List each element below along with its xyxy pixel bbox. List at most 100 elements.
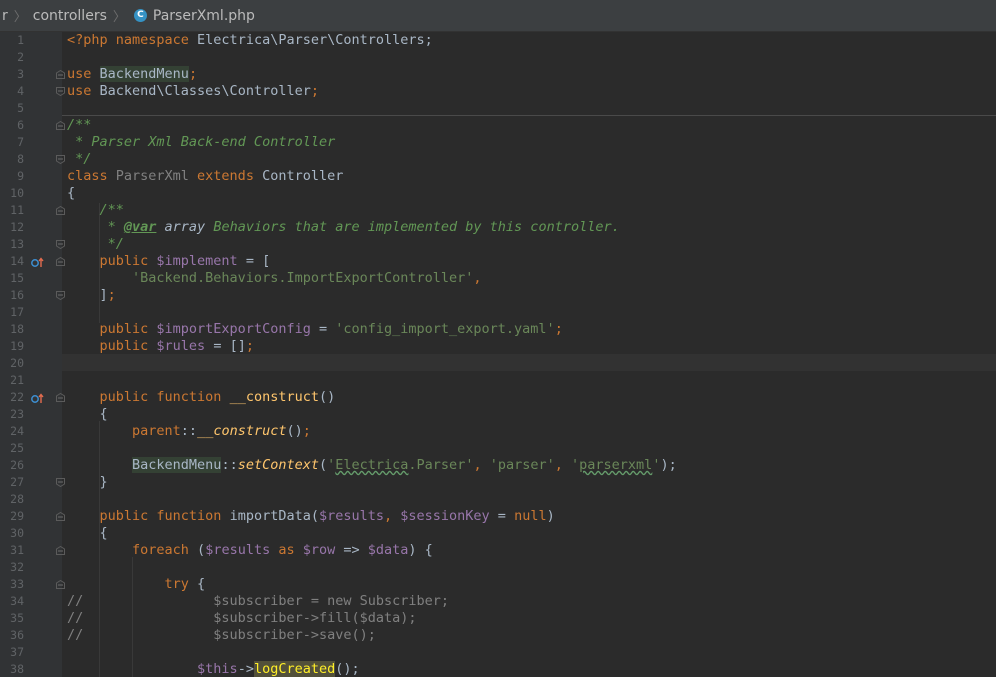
code-line[interactable]: $this->logCreated(); — [0, 661, 996, 677]
breadcrumb-item-file[interactable]: ParserXml.php — [151, 8, 257, 24]
property-name: $importExportConfig — [156, 321, 311, 337]
code-line[interactable]: <?php namespace Electrica\Parser\Control… — [0, 32, 996, 49]
null-keyword: null — [514, 508, 547, 524]
namespace-name: Electrica\Parser\Controllers; — [188, 32, 433, 48]
variable: $data — [367, 542, 409, 558]
code-line[interactable]: public $importExportConfig = 'config_imp… — [0, 321, 996, 338]
method-separator — [62, 115, 996, 116]
brace: { — [67, 525, 108, 541]
line-number[interactable]: 20 — [0, 355, 24, 372]
brace: { — [67, 406, 108, 422]
code-line[interactable]: try { — [0, 576, 996, 593]
line-number[interactable]: 37 — [0, 644, 24, 661]
method-call: __construct — [197, 423, 287, 439]
string-literal: .Parser' — [408, 457, 474, 473]
code-line[interactable]: use BackendMenu; — [0, 66, 996, 83]
brace: { — [67, 185, 76, 201]
property-name: $implement — [156, 253, 238, 269]
string-literal: 'parser' — [489, 457, 555, 473]
breadcrumb-item-partial[interactable]: r — [0, 8, 10, 24]
code-line[interactable]: public $rules = []; — [0, 338, 996, 355]
string-literal: parserxml — [579, 457, 653, 473]
line-number[interactable]: 17 — [0, 304, 24, 321]
line-number[interactable]: 25 — [0, 440, 24, 457]
string-literal: 'config_import_export.yaml' — [335, 321, 555, 337]
parameter: $results — [318, 508, 384, 524]
line-number[interactable]: 28 — [0, 491, 24, 508]
code-line[interactable]: public function importData($results, $se… — [0, 508, 996, 525]
doc-tag: @var — [123, 219, 157, 235]
code-editor[interactable]: 1 2 3 4 5 6 7 8 9 10 11 12 13 14 15 16 17 18 19 20 21 22 23 24 2… — [0, 32, 996, 677]
method-call: setContext — [237, 457, 319, 473]
code-line[interactable]: // $subscriber->fill($data); — [0, 610, 996, 627]
class-keyword: class — [67, 168, 108, 184]
doc-comment: * Parser Xml Back-end Controller — [67, 134, 336, 150]
code-line[interactable]: // $subscriber->save(); — [0, 627, 996, 644]
assignment: = — [489, 508, 515, 524]
scope-operator: :: — [221, 457, 238, 473]
arrow: => — [335, 542, 368, 558]
scope-operator: :: — [180, 423, 198, 439]
string-literal: ' — [571, 457, 580, 473]
class-reference: BackendMenu — [132, 457, 222, 473]
code-line[interactable]: /** — [0, 117, 996, 134]
code-line[interactable]: /** — [0, 202, 996, 219]
parent-keyword: parent — [67, 423, 181, 439]
try-keyword: try — [67, 576, 198, 592]
brace: } — [67, 474, 108, 490]
code-line[interactable]: parent::__construct(); — [0, 423, 996, 440]
code-line[interactable]: * @var array Behaviors that are implemen… — [0, 219, 996, 236]
semicolon: ; — [554, 321, 563, 337]
line-number[interactable]: 2 — [0, 49, 24, 66]
line-comment: // $subscriber = new Subscriber; — [67, 593, 450, 609]
code-line[interactable]: * Parser Xml Back-end Controller — [0, 134, 996, 151]
code-line[interactable]: class ParserXml extends Controller — [0, 168, 996, 185]
semicolon: ; — [310, 83, 319, 99]
code-line[interactable]: foreach ($results as $row => $data) { — [0, 542, 996, 559]
doc-comment: * — [67, 219, 124, 235]
string-literal: 'Backend.Behaviors.ImportExportControlle… — [67, 270, 474, 286]
code-line[interactable]: { — [0, 185, 996, 202]
doc-type: array — [156, 219, 206, 235]
doc-comment: Behaviors that are implemented by this c… — [205, 219, 620, 235]
method-name: __construct — [229, 389, 319, 405]
foreach-keyword: foreach — [67, 542, 198, 558]
assignment: = [] — [205, 338, 246, 354]
paren: ); — [660, 457, 677, 473]
public-function-keyword: public function — [67, 508, 230, 524]
code-line[interactable]: use Backend\Classes\Controller; — [0, 83, 996, 100]
variable: $row — [302, 542, 336, 558]
line-number[interactable]: 32 — [0, 559, 24, 576]
property-name: $rules — [156, 338, 206, 354]
brace: { — [197, 576, 206, 592]
parens: (); — [335, 661, 360, 677]
chevron-right-icon: 〉 — [112, 10, 126, 25]
code-line[interactable]: { — [0, 525, 996, 542]
comma: , — [554, 457, 572, 473]
code-line[interactable]: // $subscriber = new Subscriber; — [0, 593, 996, 610]
public-keyword: public — [67, 253, 157, 269]
code-line[interactable]: BackendMenu::setContext( ' Electrica.Parse… — [0, 457, 996, 474]
code-line[interactable]: 'Backend.Behaviors.ImportExportControlle… — [0, 270, 996, 287]
breadcrumb: r 〉 controllers 〉 C ParserXml.php — [0, 0, 996, 32]
comma: , — [384, 508, 401, 524]
paren: ( — [318, 457, 328, 473]
variable: $results — [205, 542, 271, 558]
code-line[interactable]: */ — [0, 236, 996, 253]
line-number[interactable]: 21 — [0, 372, 24, 389]
this-variable: $this — [197, 661, 238, 677]
code-line[interactable]: public function __construct() — [0, 389, 996, 406]
code-line[interactable]: public $implement = [ — [0, 253, 996, 270]
assignment: = [ — [237, 253, 271, 269]
code-line[interactable]: } — [0, 474, 996, 491]
code-line[interactable]: ]; — [0, 287, 996, 304]
string-literal: Electrica — [335, 457, 409, 473]
code-line[interactable]: */ — [0, 151, 996, 168]
doc-comment: /** — [67, 117, 92, 133]
doc-comment: */ — [67, 151, 92, 167]
breadcrumb-item-controllers[interactable]: controllers — [31, 8, 109, 24]
php-open-namespace-keyword: <?php namespace — [67, 32, 189, 48]
line-number[interactable]: 5 — [0, 100, 24, 117]
code-line[interactable]: { — [0, 406, 996, 423]
